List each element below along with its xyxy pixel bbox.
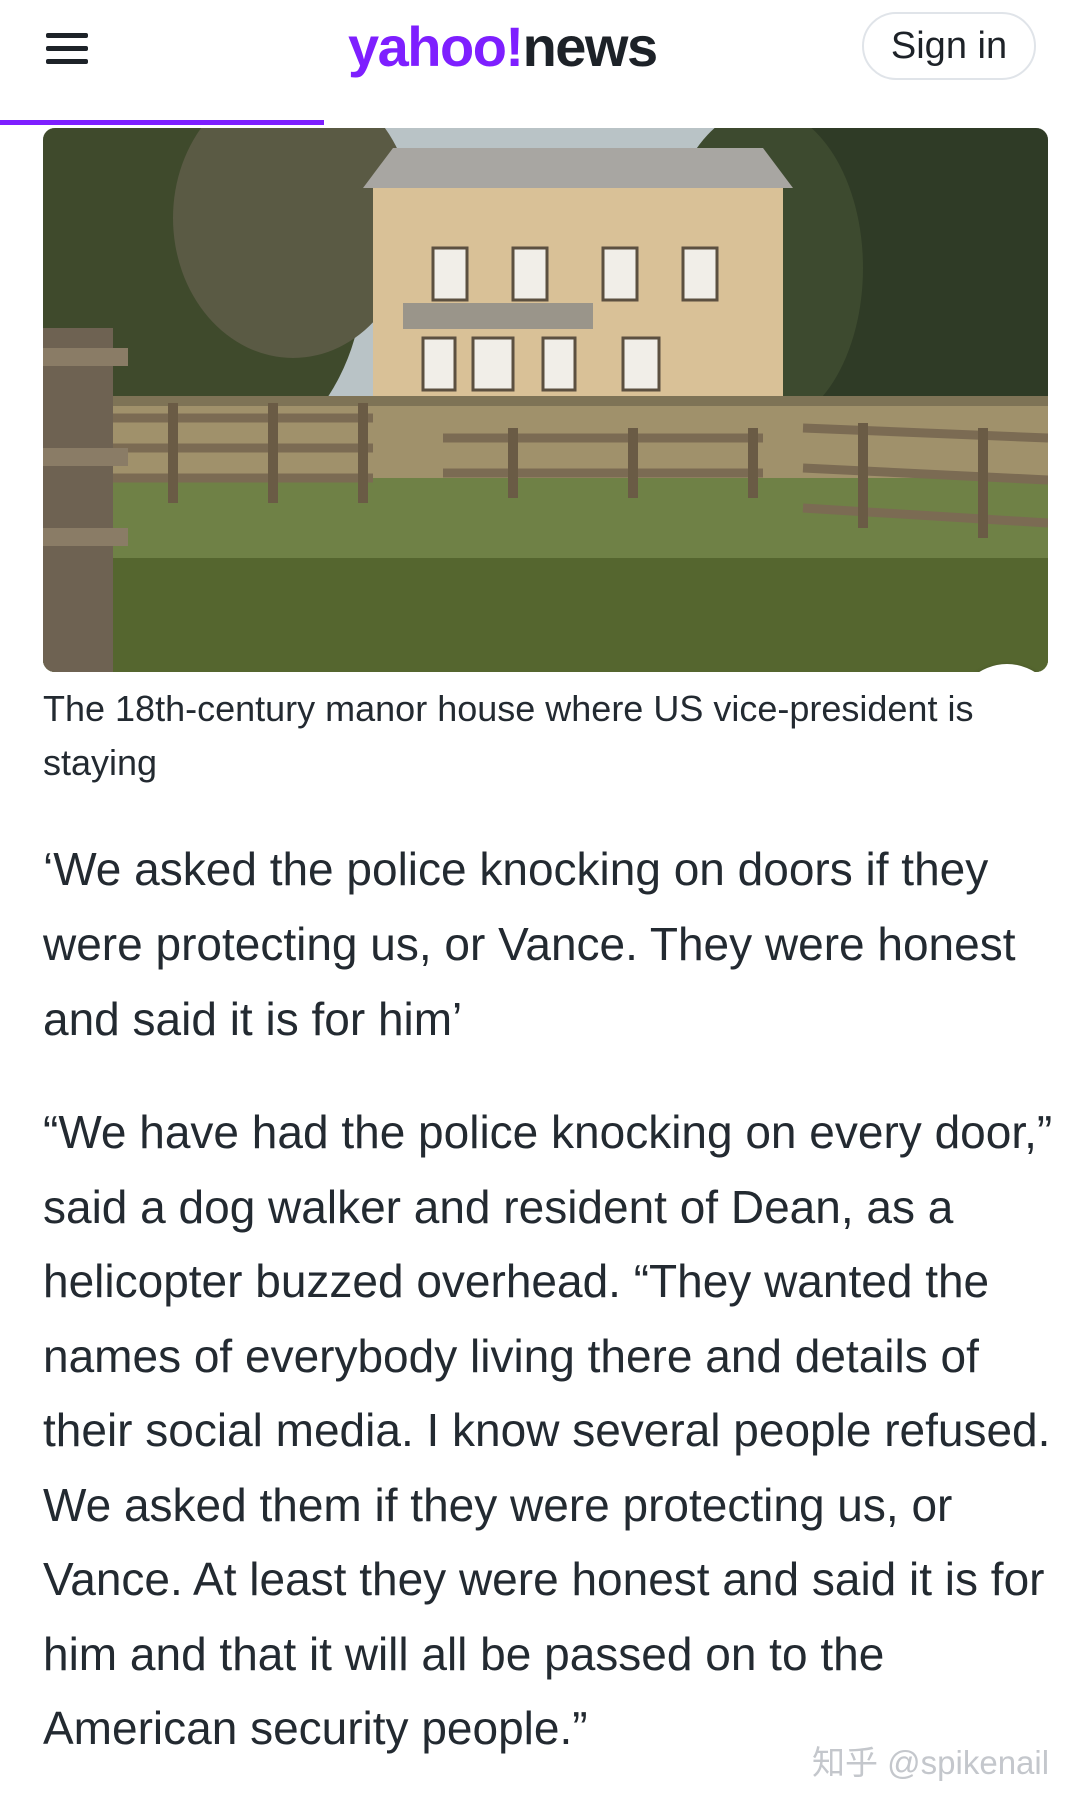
reading-progress-bar: [0, 120, 1080, 125]
logo-yahoo-text: yahoo: [348, 15, 507, 78]
image-caption: The 18th-century manor house where US vi…: [43, 688, 974, 783]
logo-news-text: news: [522, 15, 659, 78]
article-subheading: ‘We asked the police knocking on doors i…: [43, 843, 1016, 1045]
sign-in-button[interactable]: Sign in: [862, 12, 1036, 80]
hamburger-menu-icon[interactable]: [46, 30, 90, 66]
manor-house-photo[interactable]: [43, 128, 1048, 672]
watermark-text: 知乎 @spikenail: [812, 1744, 1050, 1781]
top-navigation-bar: yahoo!news Sign in: [0, 0, 1080, 122]
manor-house-illustration: [43, 128, 1048, 672]
yahoo-news-logo[interactable]: yahoo!news: [348, 10, 659, 84]
reading-progress-fill: [0, 120, 324, 125]
logo-exclamation: !: [505, 15, 524, 78]
article-paragraph: “We have had the police knocking on ever…: [43, 1106, 1053, 1754]
